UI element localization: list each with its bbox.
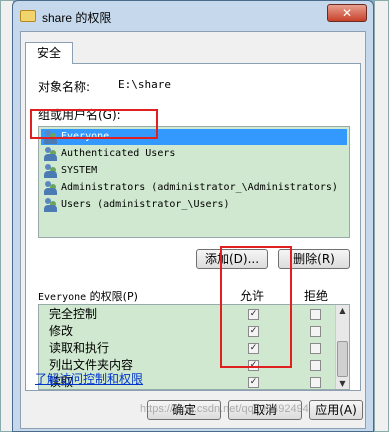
window-title: share 的权限 (42, 11, 112, 25)
annotation-box-allow-column (220, 246, 292, 368)
permissions-dialog: share 的权限 ✕ 安全 对象名称: E:\share 组或用户名(G): … (12, 0, 374, 432)
permissions-scrollbar[interactable]: ▲ ▼ (335, 305, 349, 389)
permission-name: 修改 (49, 324, 74, 338)
dialog-client-area: 安全 对象名称: E:\share 组或用户名(G): Everyone Aut… (20, 31, 366, 429)
cancel-button[interactable]: 取消 (228, 400, 302, 420)
scroll-down-icon[interactable]: ▼ (338, 379, 347, 388)
annotation-box-everyone (30, 109, 158, 139)
folder-icon (20, 10, 36, 22)
scroll-up-icon[interactable]: ▲ (338, 306, 347, 315)
permissions-principal: Everyone (38, 292, 87, 303)
deny-checkbox[interactable] (310, 377, 321, 388)
groups-list[interactable]: Everyone Authenticated Users SYSTEM Admi… (38, 126, 350, 238)
tab-security[interactable]: 安全 (25, 42, 73, 64)
user-group-icon (44, 181, 58, 195)
deny-checkbox[interactable] (310, 309, 321, 320)
list-item[interactable]: Authenticated Users (41, 146, 347, 162)
user-group-icon (44, 198, 58, 212)
permissions-header: Everyone 的权限(P) (38, 288, 138, 304)
ok-button[interactable]: 确定 (147, 400, 221, 420)
list-item[interactable]: Administrators (administrator_\Administr… (41, 180, 347, 196)
background-window-right (374, 0, 389, 432)
deny-checkbox[interactable] (310, 343, 321, 354)
list-item-label: Users (administrator_\Users) (61, 199, 230, 210)
apply-button[interactable]: 应用(A) (309, 400, 363, 420)
object-name-label: 对象名称: (38, 80, 91, 94)
permission-name: 读取和执行 (49, 341, 110, 355)
list-item-label: Authenticated Users (61, 148, 176, 159)
list-item[interactable]: Users (administrator_\Users) (41, 197, 347, 213)
close-button[interactable]: ✕ (327, 4, 367, 22)
object-name-value: E:\share (118, 78, 171, 91)
deny-column-header: 拒绝 (304, 289, 329, 303)
learn-access-control-link[interactable]: 了解访问控制和权限 (35, 370, 143, 387)
list-item-label: SYSTEM (61, 165, 98, 176)
permissions-header-suffix: 的权限(P) (86, 290, 138, 303)
deny-checkbox[interactable] (310, 360, 321, 371)
permission-name: 完全控制 (49, 307, 98, 321)
allow-checkbox[interactable]: ✓ (248, 377, 259, 388)
deny-checkbox[interactable] (310, 326, 321, 337)
scroll-thumb[interactable] (337, 341, 348, 377)
user-group-icon (44, 147, 58, 161)
user-group-icon (44, 164, 58, 178)
object-name-row: 对象名称: E:\share (38, 78, 171, 95)
list-item-label: Administrators (administrator_\Administr… (61, 182, 338, 193)
list-item[interactable]: SYSTEM (41, 163, 347, 179)
title-bar[interactable]: share 的权限 ✕ (13, 1, 373, 31)
